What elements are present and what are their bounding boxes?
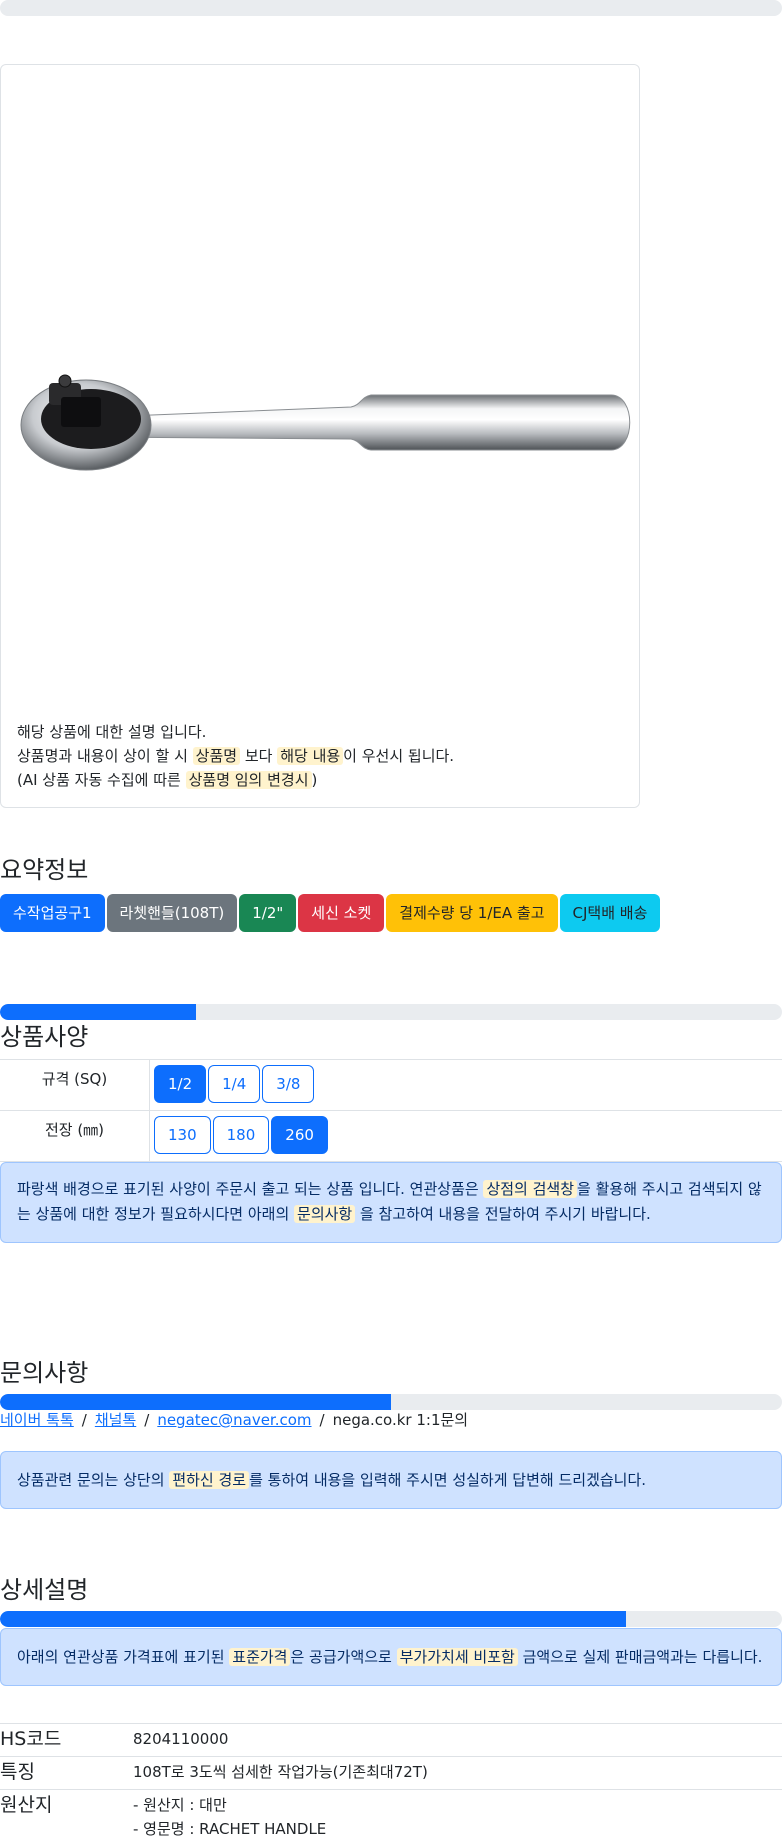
spec-options: 1/2 1/4 3/8 [150,1060,318,1110]
desc-text: ) [311,771,318,789]
specs-progress-bar [0,1004,782,1020]
notice-text: 를 통하여 내용을 입력해 주시면 성실하게 답변해 드리겠습니다. [249,1471,647,1489]
origin-english-name: - 영문명 : RACHET HANDLE [133,1820,327,1838]
highlight-standard-price: 표준가격 [229,1648,291,1666]
separator: / [144,1411,150,1429]
spec-row-length: 전장 (㎜) 130 180 260 [0,1111,782,1162]
info-value: 108T로 3도씩 섬세한 작업가능(기존최대72T) [133,1763,428,1781]
product-card: 해당 상품에 대한 설명 입니다. 상품명과 내용이 상이 할 시 상품명 보다… [0,64,640,808]
notice-text: 을 참고하여 내용을 전달하여 주시기 바랍니다. [355,1205,651,1223]
badge-shipping: CJ택배 배송 [559,894,661,932]
highlight-search: 상점의 검색창 [483,1180,578,1198]
desc-line-3: (AI 상품 자동 수집에 따른 상품명 임의 변경시) [17,768,454,792]
separator: / [319,1411,325,1429]
highlight-route: 편하신 경로 [169,1471,250,1489]
inquiry-progress-fill [0,1394,391,1410]
option-260[interactable]: 260 [271,1116,328,1154]
top-divider-bar [0,0,782,16]
badge-size: 1/2" [239,894,297,932]
option-130[interactable]: 130 [154,1116,211,1154]
option-1-4[interactable]: 1/4 [208,1065,261,1103]
info-key: 원산지 [0,1794,53,1816]
desc-text: (AI 상품 자동 수집에 따른 [17,771,186,789]
summary-title: 요약정보 [0,856,89,884]
highlight-name-change: 상품명 임의 변경시 [185,771,312,789]
badge-product-type: 라쳇핸들(108T) [106,894,238,932]
origin-country: - 원산지 : 대만 [133,1796,227,1814]
inquiry-progress-bar [0,1394,782,1410]
info-key: HS코드 [0,1728,62,1750]
info-key: 특징 [0,1761,35,1783]
desc-text: 이 우선시 됩니다. [343,747,455,765]
notice-text: 금액으로 실제 판매금액과는 다릅니다. [517,1648,763,1666]
spec-label: 전장 (㎜) [0,1111,150,1161]
desc-text: 상품명과 내용이 상이 할 시 [17,747,193,765]
detail-progress-fill [0,1611,626,1627]
badge-category: 수작업공구1 [0,894,105,932]
option-3-8[interactable]: 3/8 [262,1065,315,1103]
detail-notice: 아래의 연관상품 가격표에 표기된 표준가격 은 공급가액으로 부가가치세 비포함… [0,1628,782,1686]
naver-talk-link[interactable]: 네이버 톡톡 [0,1411,74,1429]
site-inquiry-text: nega.co.kr 1:1문의 [332,1411,469,1429]
notice-text: 은 공급가액으로 [290,1648,397,1666]
contact-links: 네이버 톡톡 / 채널톡 / negatec@naver.com / nega.co.kr … [0,1409,468,1430]
info-row-feature: 특징 108T로 3도씩 섬세한 작업가능(기존최대72T) [0,1757,782,1790]
detail-title: 상세설명 [0,1576,89,1604]
desc-line-2: 상품명과 내용이 상이 할 시 상품명 보다 해당 내용 이 우선시 됩니다. [17,744,454,768]
highlight-inquiry: 문의사항 [294,1205,356,1223]
info-value: 8204110000 [133,1730,229,1748]
spec-row-sq: 규격 (SQ) 1/2 1/4 3/8 [0,1060,782,1111]
detail-info-table: HS코드 8204110000 특징 108T로 3도씩 섬세한 작업가능(기존… [0,1723,782,1841]
email-link[interactable]: negatec@naver.com [157,1411,311,1429]
option-1-2[interactable]: 1/2 [154,1065,207,1103]
desc-line-1: 해당 상품에 대한 설명 입니다. [17,723,207,741]
info-value: - 원산지 : 대만 - 영문명 : RACHET HANDLE [133,1790,326,1841]
notice-text: 상품관련 문의는 상단의 [17,1471,170,1489]
highlight-product-name: 상품명 [192,747,241,765]
detail-progress-bar [0,1611,782,1627]
product-image [20,374,631,471]
spec-label: 규격 (SQ) [0,1060,150,1110]
badge-quantity: 결제수량 당 1/EA 출고 [386,894,558,932]
product-description: 해당 상품에 대한 설명 입니다. 상품명과 내용이 상이 할 시 상품명 보다… [17,720,454,792]
channel-talk-link[interactable]: 채널톡 [95,1411,136,1429]
spec-table: 규격 (SQ) 1/2 1/4 3/8 전장 (㎜) 130 180 260 [0,1059,782,1162]
specs-notice: 파랑색 배경으로 표기된 사양이 주문시 출고 되는 상품 입니다. 연관상품은… [0,1162,782,1243]
highlight-vat: 부가가치세 비포함 [396,1648,518,1666]
desc-text: 보다 [240,747,278,765]
spec-options: 130 180 260 [150,1111,332,1161]
badge-brand: 세신 소켓 [298,894,385,932]
option-180[interactable]: 180 [212,1116,270,1154]
notice-text: 파랑색 배경으로 표기된 사양이 주문시 출고 되는 상품 입니다. 연관상품은 [17,1180,484,1198]
inquiry-title: 문의사항 [0,1359,89,1387]
info-row-origin: 원산지 - 원산지 : 대만 - 영문명 : RACHET HANDLE [0,1790,782,1841]
info-row-hs-code: HS코드 8204110000 [0,1724,782,1757]
specs-title: 상품사양 [0,1023,89,1051]
summary-badges: 수작업공구1 라쳇핸들(108T) 1/2" 세신 소켓 결제수량 당 1/EA… [0,894,661,932]
highlight-content: 해당 내용 [277,747,344,765]
inquiry-notice: 상품관련 문의는 상단의 편하신 경로 를 통하여 내용을 입력해 주시면 성실하… [0,1451,782,1509]
notice-text: 아래의 연관상품 가격표에 표기된 [17,1648,230,1666]
separator: / [81,1411,87,1429]
